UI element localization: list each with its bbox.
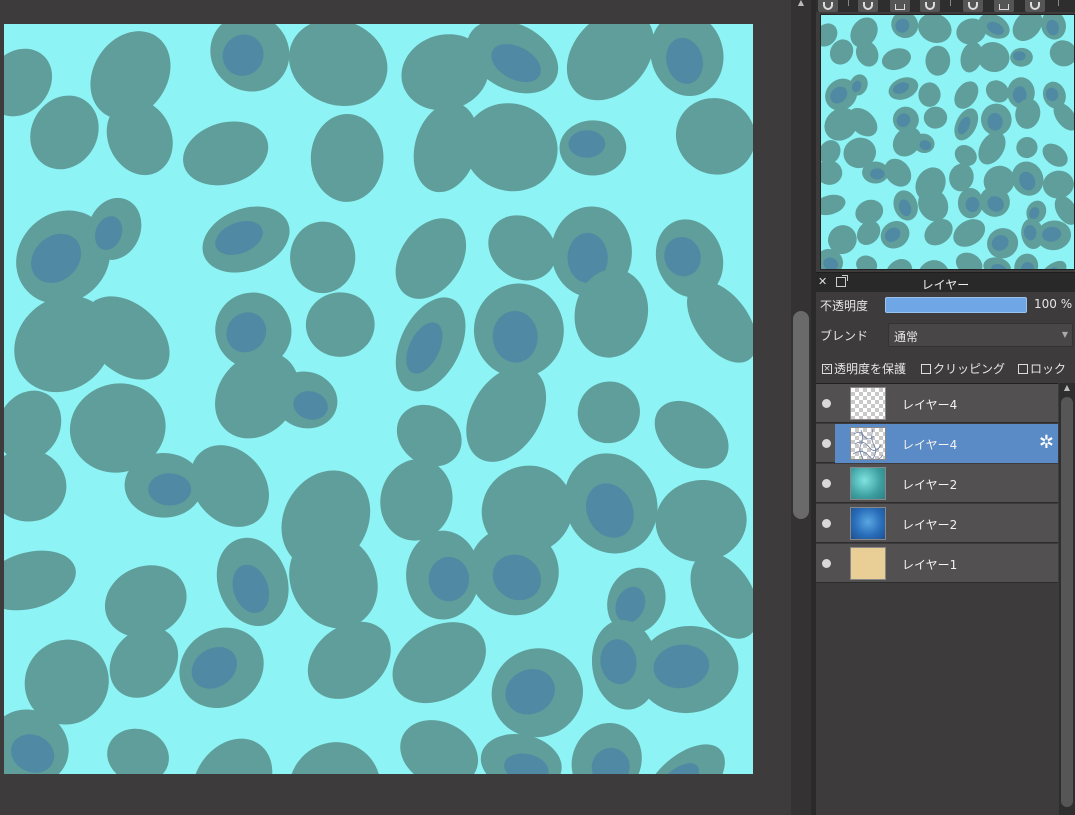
layer-name: レイヤー2 [902,478,958,492]
chevron-down-icon: ▼ [1061,330,1068,339]
layer-thumbnail [850,507,886,540]
layer-row[interactable]: レイヤー4 [816,384,1058,423]
lock-checkbox[interactable]: ロック [1018,360,1066,377]
layer-name: レイヤー2 [902,518,958,532]
blend-label: ブレンド [820,329,869,343]
visibility-eye-icon[interactable] [822,399,831,408]
clipping-checkbox[interactable]: クリッピング [921,360,1005,377]
popout-icon[interactable] [836,275,848,287]
layer-thumbnail [850,467,886,500]
lock-label: ロック [1030,362,1067,376]
canvas-area[interactable] [0,0,790,815]
blend-mode-select[interactable]: 通常 ▼ [888,323,1073,347]
layer-name: レイヤー4 [902,398,958,412]
opacity-value: 100 % [1034,297,1073,311]
zoom-in-icon[interactable] [858,0,878,12]
visibility-eye-icon[interactable] [822,559,831,568]
clipping-label: クリッピング [933,362,1006,376]
layer-row[interactable]: レイヤー2 [816,504,1058,543]
drawing-canvas[interactable] [4,24,753,774]
record-icon[interactable] [963,0,983,12]
toolbar-divider [848,0,849,6]
layer-scrollbar-thumb[interactable] [1061,397,1073,807]
protect-alpha-checkbox[interactable]: × 透明度を保護 [822,360,906,377]
rotate-icon[interactable] [1025,0,1045,12]
layer-name: レイヤー4 [902,438,958,452]
blend-mode-value: 通常 [894,330,919,344]
scroll-up-arrow-icon[interactable]: ▲ [796,0,806,7]
checkbox-unchecked-icon [921,363,931,374]
navigator-thumbnail [821,15,1074,269]
checkbox-checked-icon: × [822,363,832,374]
protect-alpha-label: 透明度を保護 [834,362,907,376]
layer-row-selected[interactable]: レイヤー4 ✲ [816,424,1058,463]
canvas-scrollbar-thumb[interactable] [793,311,809,519]
sketch-thumbnail [852,428,884,459]
visibility-eye-icon[interactable] [822,519,831,528]
scroll-up-arrow-icon[interactable]: ▲ [1060,383,1074,392]
visibility-eye-icon[interactable] [822,439,831,448]
layer-panel-header: レイヤー ✕ [816,272,1075,292]
gear-icon[interactable]: ✲ [1039,433,1054,453]
close-icon[interactable]: ✕ [818,275,827,288]
fit-window-icon[interactable] [890,0,910,12]
flip-icon[interactable] [994,0,1014,12]
paint-app: ▲ レイヤー ✕ 不透明度 100 % ブレンド 通常 ▼ × 透明度を保護 ク… [0,0,1075,815]
layer-thumbnail [850,547,886,580]
opacity-slider[interactable] [885,297,1027,313]
layer-panel-title: レイヤー [921,278,970,292]
toolbar-divider [1058,0,1059,6]
layer-list: レイヤー4 レイヤー4 ✲ レイヤー2 レイヤー2 レイヤー1 [816,383,1058,813]
opacity-label: 不透明度 [820,299,869,313]
layer-thumbnail [850,387,886,420]
checkbox-unchecked-icon [1018,363,1028,374]
visibility-eye-icon[interactable] [822,479,831,488]
stone-shadow [428,556,470,602]
layer-name: レイヤー1 [902,558,958,572]
navigator-toolbar [816,0,1075,12]
water-texture-artwork [4,24,753,774]
layer-row[interactable]: レイヤー2 [816,464,1058,503]
toolbar-divider [950,0,951,6]
zoom-fit-icon[interactable] [818,0,838,12]
right-panel: レイヤー ✕ 不透明度 100 % ブレンド 通常 ▼ × 透明度を保護 クリッ… [816,0,1075,815]
navigator-preview[interactable] [820,14,1075,270]
layer-row[interactable]: レイヤー1 [816,544,1058,583]
zoom-out-icon[interactable] [920,0,940,12]
layer-thumbnail [850,427,886,460]
stone-shadow [965,196,980,213]
